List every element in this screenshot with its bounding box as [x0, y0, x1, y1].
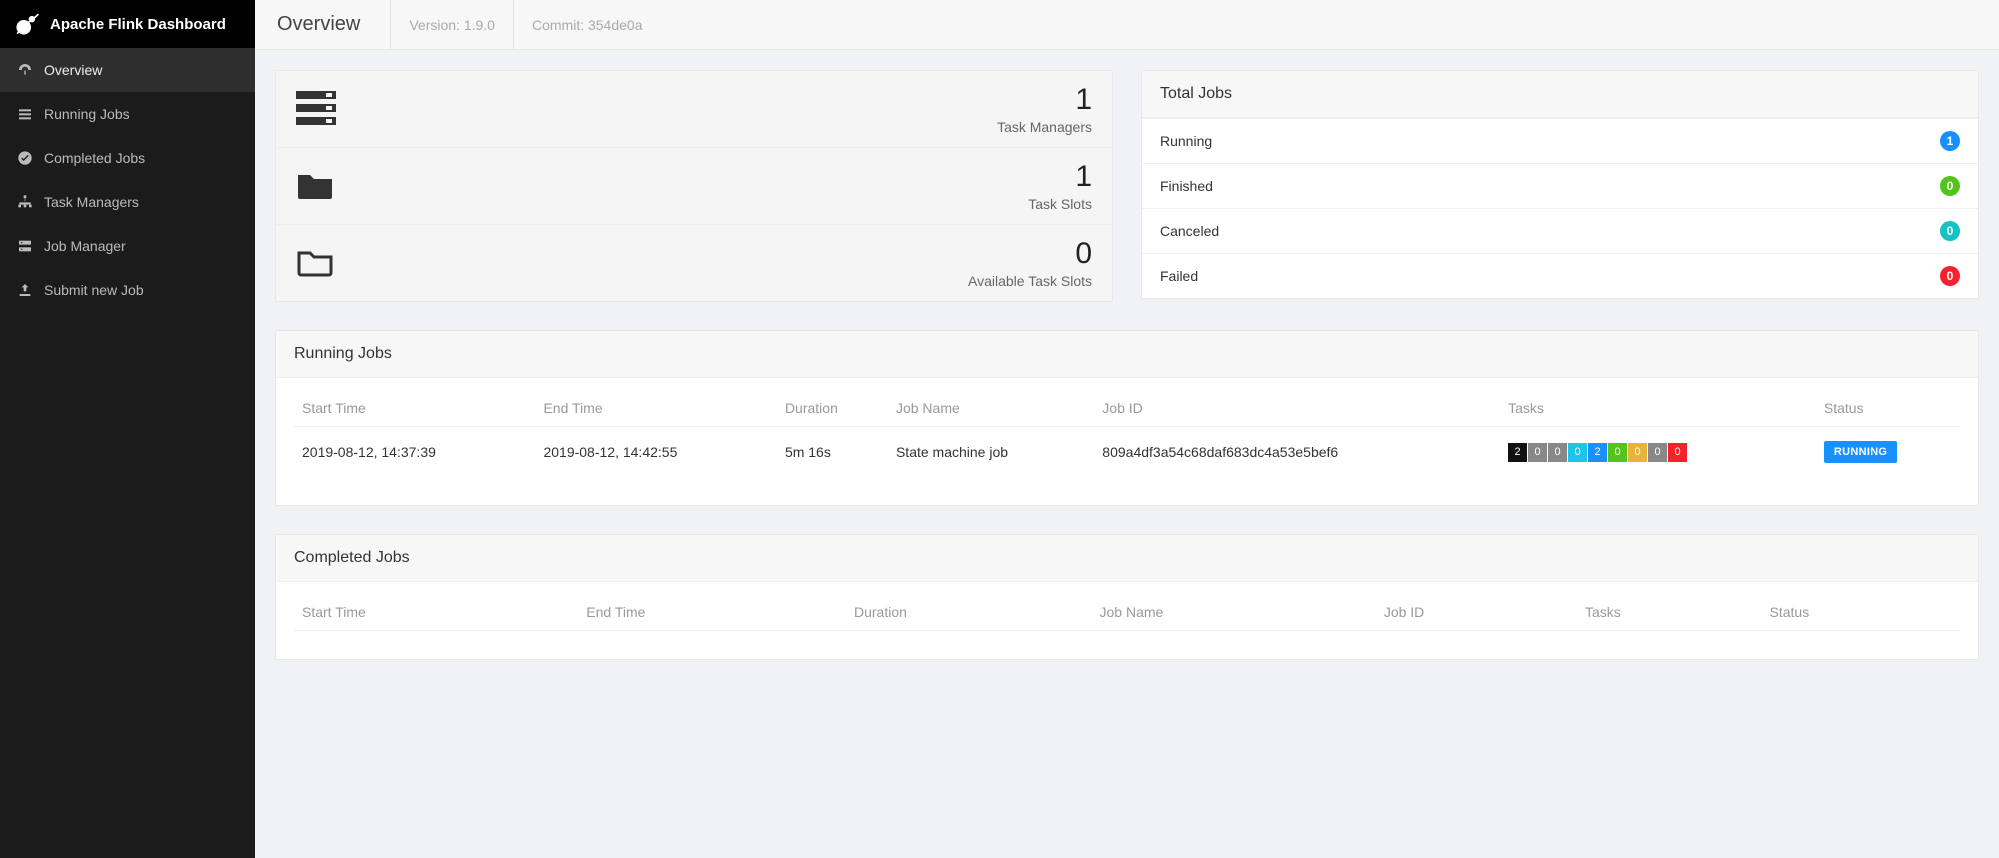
- completed-jobs-table: Start TimeEnd TimeDurationJob NameJob ID…: [294, 594, 1960, 631]
- column-header: Start Time: [294, 390, 535, 427]
- stat-available-slots: 0 Available Task Slots: [276, 224, 1112, 301]
- column-header: Job ID: [1094, 390, 1500, 427]
- task-status-box: 0: [1548, 443, 1567, 462]
- panel-header: Running Jobs: [276, 331, 1978, 378]
- sidebar-item-label: Submit new Job: [44, 282, 144, 298]
- column-header: Status: [1762, 594, 1960, 631]
- status-tag: RUNNING: [1824, 441, 1897, 463]
- stat-label: Task Managers: [342, 119, 1092, 135]
- sidebar-item-label: Task Managers: [44, 194, 139, 210]
- stat-value: 0: [342, 237, 1092, 271]
- task-status-box: 0: [1608, 443, 1627, 462]
- total-jobs-label: Canceled: [1160, 223, 1219, 239]
- upload-icon: [16, 282, 34, 298]
- cell-tasks: 200020000: [1500, 427, 1816, 478]
- main: Overview Version: 1.9.0 Commit: 354de0a …: [255, 0, 1999, 858]
- column-header: End Time: [578, 594, 846, 631]
- stat-label: Task Slots: [342, 196, 1092, 212]
- total-jobs-row: Canceled 0: [1142, 208, 1978, 253]
- column-header: End Time: [535, 390, 776, 427]
- stat-label: Available Task Slots: [342, 273, 1092, 289]
- sitemap-icon: [16, 194, 34, 210]
- total-jobs-row: Running 1: [1142, 118, 1978, 163]
- sidebar-item-job-manager[interactable]: Job Manager: [0, 224, 255, 268]
- cell-job-id: 809a4df3a54c68daf683dc4a53e5bef6: [1094, 427, 1500, 478]
- sidebar-item-submit-new-job[interactable]: Submit new Job: [0, 268, 255, 312]
- column-header: Tasks: [1500, 390, 1816, 427]
- card-header: Total Jobs: [1142, 71, 1978, 118]
- task-status-box: 2: [1508, 443, 1527, 462]
- total-jobs-row: Failed 0: [1142, 253, 1978, 298]
- stat-value: 1: [342, 83, 1092, 117]
- folder-icon: [296, 169, 342, 204]
- sidebar-item-task-managers[interactable]: Task Managers: [0, 180, 255, 224]
- column-header: Duration: [777, 390, 888, 427]
- running-jobs-table: Start TimeEnd TimeDurationJob NameJob ID…: [294, 390, 1960, 477]
- column-header: Status: [1816, 390, 1960, 427]
- sidebar-item-running-jobs[interactable]: Running Jobs: [0, 92, 255, 136]
- cell-start-time: 2019-08-12, 14:37:39: [294, 427, 535, 478]
- sidebar-item-label: Overview: [44, 62, 102, 78]
- stat-task-slots: 1 Task Slots: [276, 147, 1112, 224]
- panel-header: Completed Jobs: [276, 535, 1978, 582]
- total-jobs-row: Finished 0: [1142, 163, 1978, 208]
- cell-duration: 5m 16s: [777, 427, 888, 478]
- sidebar-item-label: Job Manager: [44, 238, 126, 254]
- column-header: Tasks: [1577, 594, 1762, 631]
- task-status-box: 0: [1668, 443, 1687, 462]
- cell-status: RUNNING: [1816, 427, 1960, 478]
- servers-icon: [296, 91, 342, 128]
- completed-jobs-panel: Completed Jobs Start TimeEnd TimeDuratio…: [275, 534, 1979, 660]
- dashboard-icon: [16, 62, 34, 78]
- running-jobs-panel: Running Jobs Start TimeEnd TimeDurationJ…: [275, 330, 1979, 506]
- column-header: Job Name: [888, 390, 1094, 427]
- total-jobs-label: Running: [1160, 133, 1212, 149]
- column-header: Duration: [846, 594, 1092, 631]
- task-status-box: 0: [1628, 443, 1647, 462]
- task-status-box: 2: [1588, 443, 1607, 462]
- brand: Apache Flink Dashboard: [0, 0, 255, 48]
- folder-outline-icon: [296, 246, 342, 281]
- count-badge: 0: [1940, 266, 1960, 286]
- sidebar-item-overview[interactable]: Overview: [0, 48, 255, 92]
- task-status-box: 0: [1648, 443, 1667, 462]
- stat-task-managers: 1 Task Managers: [276, 71, 1112, 147]
- sidebar-item-label: Running Jobs: [44, 106, 130, 122]
- check-circle-icon: [16, 150, 34, 166]
- total-jobs-card: Total Jobs Running1Finished0Canceled0Fai…: [1141, 70, 1979, 299]
- column-header: Start Time: [294, 594, 578, 631]
- commit-label: Commit: 354de0a: [513, 0, 661, 49]
- bars-icon: [16, 106, 34, 122]
- table-row[interactable]: 2019-08-12, 14:37:392019-08-12, 14:42:55…: [294, 427, 1960, 478]
- count-badge: 1: [1940, 131, 1960, 151]
- sidebar-item-completed-jobs[interactable]: Completed Jobs: [0, 136, 255, 180]
- brand-label: Apache Flink Dashboard: [50, 16, 226, 33]
- page-title: Overview: [277, 13, 360, 36]
- task-status-box: 0: [1528, 443, 1547, 462]
- cell-end-time: 2019-08-12, 14:42:55: [535, 427, 776, 478]
- stat-value: 1: [342, 160, 1092, 194]
- sidebar-item-label: Completed Jobs: [44, 150, 145, 166]
- total-jobs-label: Finished: [1160, 178, 1213, 194]
- task-status-box: 0: [1568, 443, 1587, 462]
- topbar: Overview Version: 1.9.0 Commit: 354de0a: [255, 0, 1999, 50]
- column-header: Job ID: [1376, 594, 1577, 631]
- stats-card: 1 Task Managers 1 Task Slots: [275, 70, 1113, 302]
- column-header: Job Name: [1092, 594, 1376, 631]
- version-label: Version: 1.9.0: [390, 0, 513, 49]
- flink-logo-icon: [14, 11, 40, 37]
- cell-job-name: State machine job: [888, 427, 1094, 478]
- sidebar: Apache Flink Dashboard Overview Running …: [0, 0, 255, 858]
- task-status-boxes: 200020000: [1508, 443, 1688, 462]
- server-icon: [16, 238, 34, 254]
- total-jobs-label: Failed: [1160, 268, 1198, 284]
- count-badge: 0: [1940, 221, 1960, 241]
- count-badge: 0: [1940, 176, 1960, 196]
